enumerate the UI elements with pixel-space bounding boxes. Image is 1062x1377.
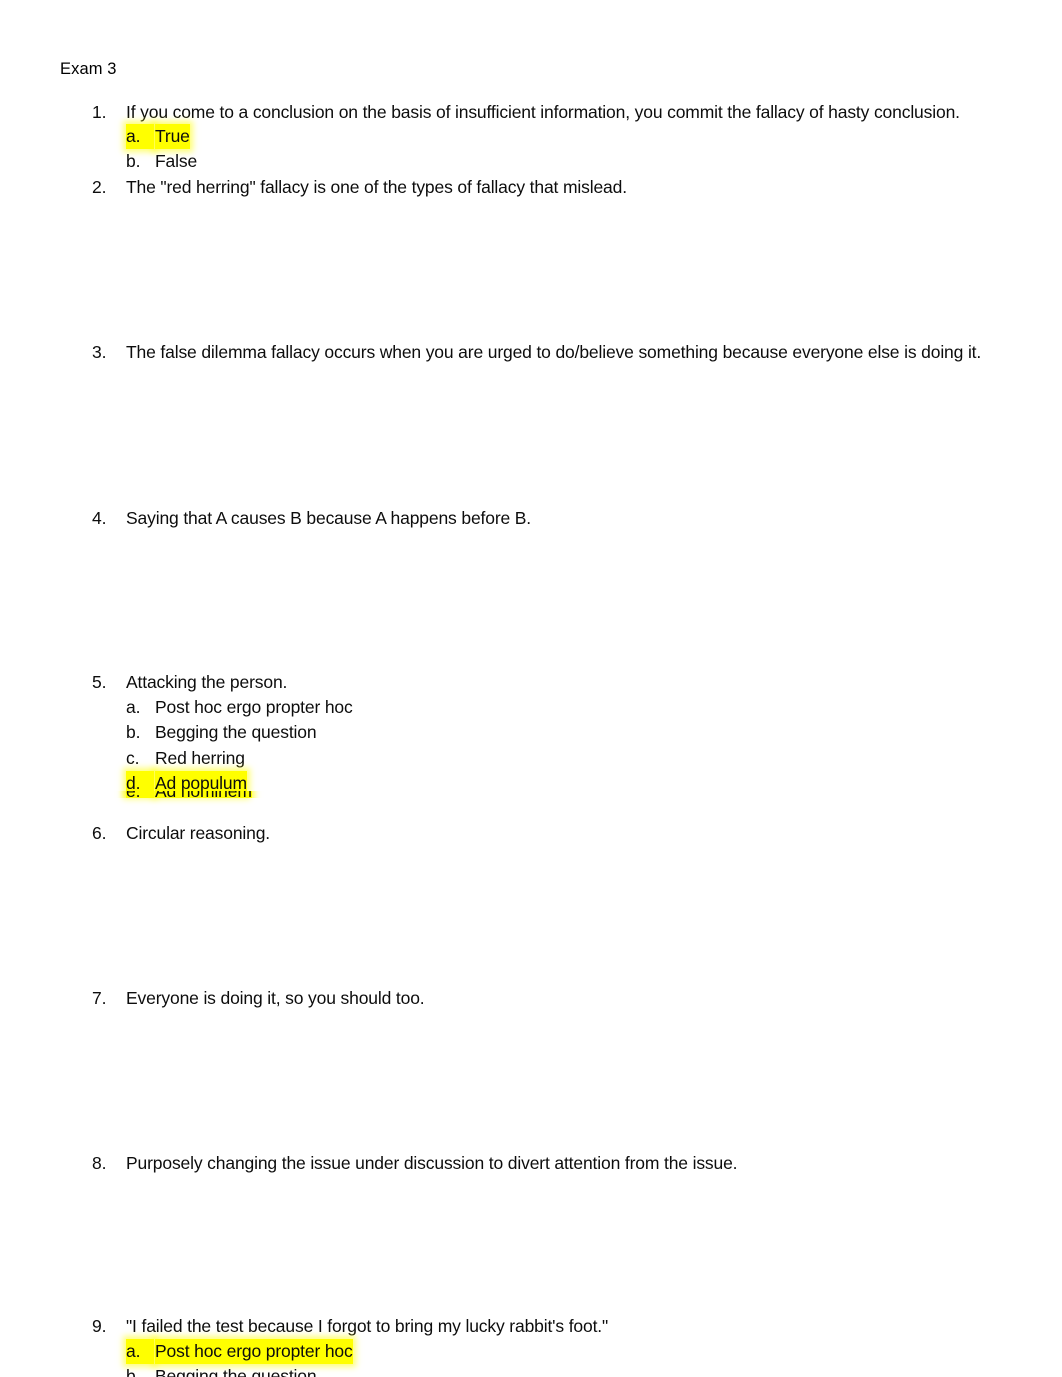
question-text: Attacking the person.	[126, 672, 288, 692]
option-marker: b.	[126, 151, 141, 171]
question-number: 3.	[92, 342, 107, 362]
question-text: Everyone is doing it, so you should too.	[126, 988, 425, 1008]
option-marker: c.	[126, 748, 140, 768]
question-number: 1.	[92, 102, 107, 122]
question-number: 9.	[92, 1316, 107, 1336]
document-page: Exam 3 1. If you come to a conclusion on…	[0, 0, 1062, 1377]
question-text: "I failed the test because I forgot to b…	[126, 1316, 609, 1336]
question-text: The false dilemma fallacy occurs when yo…	[126, 342, 982, 362]
option-marker: a.	[126, 124, 154, 150]
question-number: 8.	[92, 1153, 107, 1173]
question-number: 7.	[92, 988, 107, 1008]
page-title: Exam 3	[60, 60, 117, 78]
option-label: Red herring	[155, 748, 245, 768]
clipped-option-row: e. Ad hominem	[0, 791, 1062, 798]
question-text: The "red herring" fallacy is one of the …	[126, 177, 627, 197]
option-marker: b.	[126, 1366, 141, 1377]
question-text: Circular reasoning.	[126, 823, 271, 843]
question-text: Saying that A causes B because A happens…	[126, 508, 532, 528]
question-number: 4.	[92, 508, 107, 528]
option-marker: b.	[126, 722, 141, 742]
option-label: False	[155, 151, 198, 171]
question-text: Purposely changing the issue under discu…	[126, 1153, 738, 1173]
question-text: If you come to a conclusion on the basis…	[126, 102, 960, 122]
question-number: 5.	[92, 672, 107, 692]
question-number: 2.	[92, 177, 107, 197]
option-label: Begging the question	[155, 722, 317, 742]
option-label: Post hoc ergo propter hoc	[155, 1339, 353, 1365]
option-label: True	[155, 124, 190, 150]
option-marker: a.	[126, 1339, 154, 1365]
option-label: Post hoc ergo propter hoc	[155, 697, 353, 717]
question-number: 6.	[92, 823, 107, 843]
option-label: Begging the question	[155, 1366, 317, 1377]
clipped-bottom-option-row[interactable]: b. Begging the question	[0, 1364, 1062, 1377]
clipped-option-marker: e.	[126, 791, 154, 798]
option-marker: a.	[126, 697, 141, 717]
clipped-option-label: Ad hominem	[155, 791, 252, 798]
